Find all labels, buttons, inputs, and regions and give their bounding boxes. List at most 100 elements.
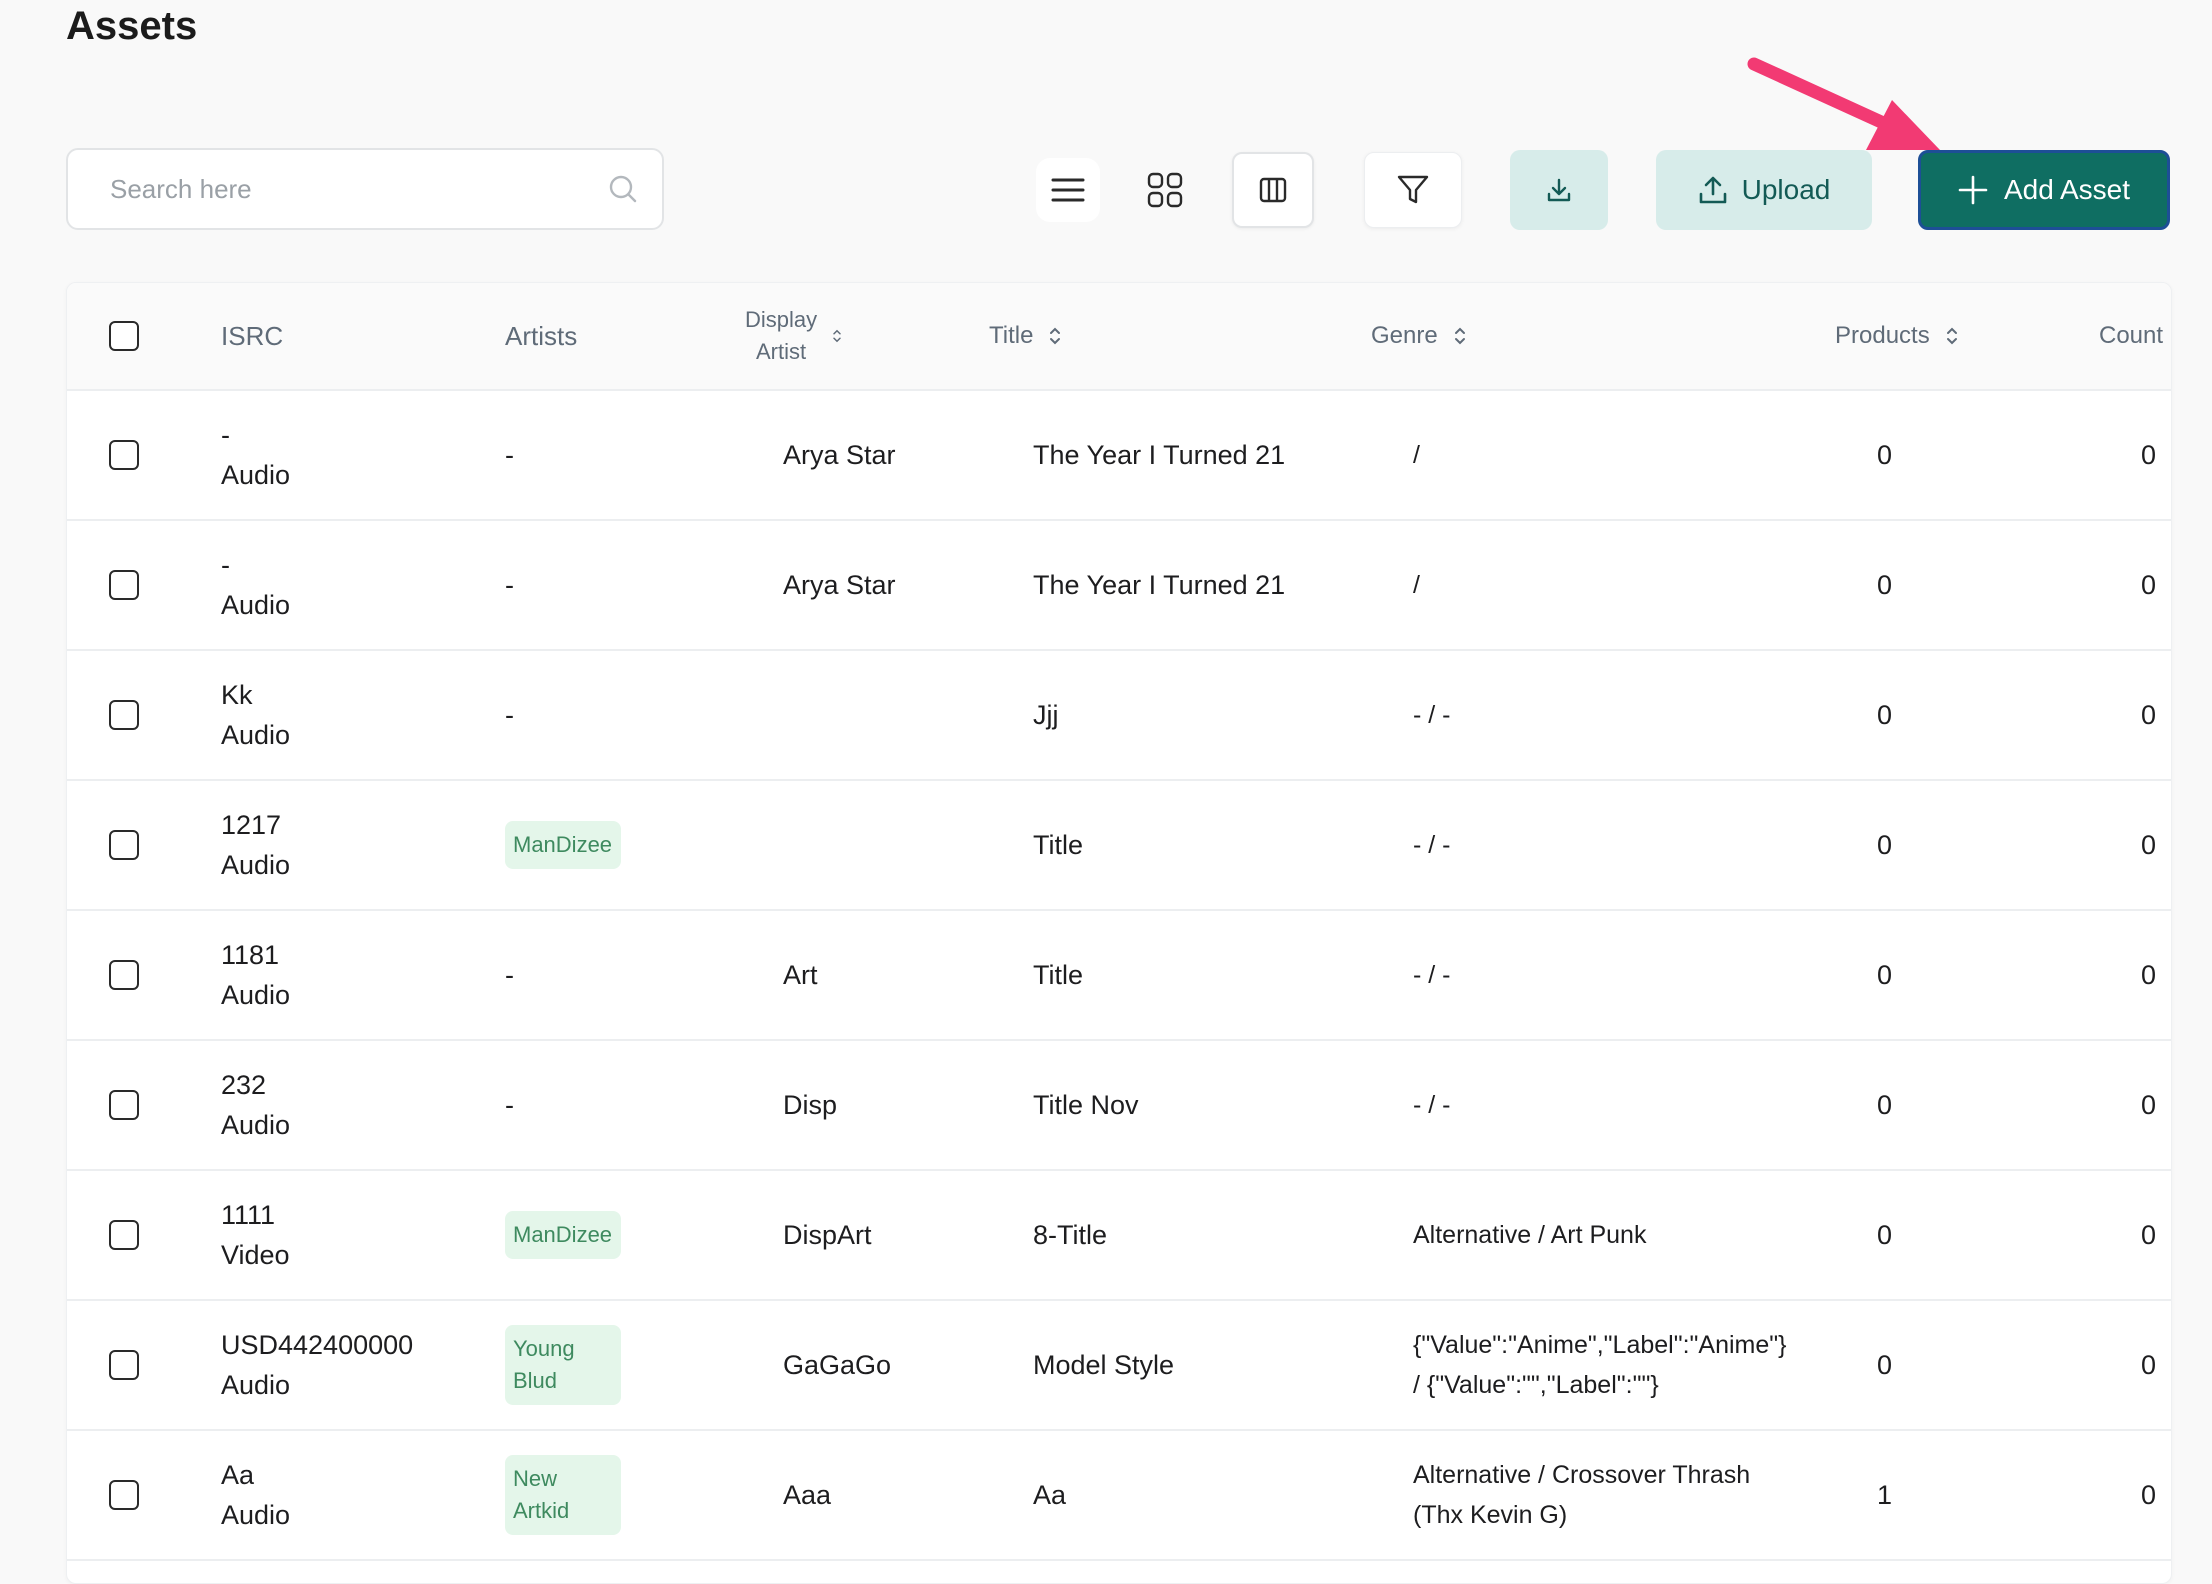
- count-value: 0: [2141, 1350, 2157, 1380]
- artists-cell: ManDizee: [505, 1171, 621, 1299]
- isrc-stack: 1111 Video: [221, 1195, 290, 1275]
- table-row[interactable]: - Audio - Arya Star The Year I Turned 21…: [67, 391, 2171, 521]
- add-asset-button[interactable]: Add Asset: [1918, 150, 2170, 230]
- isrc-value: -: [221, 550, 230, 580]
- row-checkbox[interactable]: [109, 700, 139, 730]
- count-cell: 0: [2141, 651, 2156, 779]
- row-checkbox[interactable]: [109, 1350, 139, 1380]
- arrow-annotation: [1747, 57, 1940, 150]
- header-artists[interactable]: Artists: [505, 283, 577, 389]
- artists-value: -: [505, 440, 514, 470]
- upload-label: Upload: [1741, 174, 1831, 205]
- genre-line1: - / -: [1413, 701, 1451, 729]
- table-row[interactable]: 1217 Audio ManDizee Title - / - 0 0: [67, 781, 2171, 911]
- header-title[interactable]: Title: [989, 283, 1063, 389]
- row-checkbox[interactable]: [109, 570, 139, 600]
- genre-cell: Alternative / Art Punk: [1413, 1171, 1646, 1299]
- display-artist-value: Aaa: [783, 1480, 832, 1510]
- genre-line1: - / -: [1413, 961, 1451, 989]
- artists-value: -: [505, 960, 514, 990]
- artist-badge[interactable]: Young Blud: [505, 1325, 621, 1405]
- genre-line1: {"Value":"Anime","Label":"Anime"}: [1413, 1331, 1787, 1359]
- genre-cell: - / -: [1413, 781, 1451, 909]
- isrc-stack: USD442400000 Audio: [221, 1325, 413, 1405]
- genre-stack: - / -: [1413, 825, 1451, 865]
- table-header: ISRC Artists Display Artist Title Genre: [67, 283, 2171, 391]
- table-row[interactable]: USD442400000 Audio Young Blud GaGaGo Mod…: [67, 1301, 2171, 1431]
- isrc-cell: - Audio: [221, 391, 290, 519]
- header-products[interactable]: Products: [1835, 283, 1960, 389]
- artists-cell: -: [505, 1041, 514, 1169]
- search-box: [66, 148, 664, 230]
- sort-icon[interactable]: [1944, 324, 1960, 348]
- header-genre-label: Genre: [1371, 322, 1438, 349]
- row-checkbox[interactable]: [109, 1480, 139, 1510]
- count-value: 0: [2141, 1220, 2157, 1250]
- columns-button[interactable]: [1232, 152, 1314, 228]
- row-checkbox[interactable]: [109, 1090, 139, 1120]
- header-genre[interactable]: Genre: [1371, 283, 1468, 389]
- row-checkbox[interactable]: [109, 440, 139, 470]
- upload-button[interactable]: Upload: [1656, 150, 1872, 230]
- header-count[interactable]: Count: [2099, 283, 2163, 389]
- table-row[interactable]: - Audio - Arya Star The Year I Turned 21…: [67, 521, 2171, 651]
- isrc-cell: 1217 Audio: [221, 781, 290, 909]
- list-view-button[interactable]: [1036, 158, 1100, 222]
- table-row[interactable]: 232 Audio - Disp Title Nov - / - 0 0: [67, 1041, 2171, 1171]
- download-button[interactable]: [1510, 150, 1608, 230]
- products-cell: 0: [1877, 521, 1892, 649]
- genre-line1: /: [1413, 571, 1420, 599]
- header-display-artist[interactable]: Display Artist: [745, 283, 843, 389]
- upload-icon: [1699, 176, 1726, 204]
- row-checkbox-cell: [109, 781, 139, 909]
- count-value: 0: [2141, 830, 2157, 860]
- count-cell: 0: [2141, 911, 2156, 1039]
- title-cell: 8-Title: [1033, 1171, 1107, 1299]
- artist-badge[interactable]: ManDizee: [505, 821, 621, 869]
- page-title: Assets: [66, 4, 198, 48]
- display-artist-cell: Aaa: [783, 1431, 831, 1559]
- asset-type: Audio: [221, 460, 291, 490]
- artists-cell: -: [505, 391, 514, 519]
- display-artist-cell: Arya Star: [783, 521, 896, 649]
- row-checkbox[interactable]: [109, 1220, 139, 1250]
- search-icon[interactable]: [608, 174, 638, 204]
- row-checkbox[interactable]: [109, 960, 139, 990]
- row-checkbox[interactable]: [109, 830, 139, 860]
- table-row[interactable]: Kk Audio - Jjj - / - 0 0: [67, 651, 2171, 781]
- table-row[interactable]: 1181 Audio - Art Title - / - 0 0: [67, 911, 2171, 1041]
- isrc-stack: - Audio: [221, 415, 290, 495]
- genre-stack: {"Value":"Anime","Label":"Anime"} / {"Va…: [1413, 1325, 1787, 1405]
- title-cell: Jjj: [1033, 651, 1059, 779]
- sort-icon[interactable]: [1452, 324, 1468, 348]
- sort-icon[interactable]: [831, 327, 843, 345]
- table-row[interactable]: 1111 Video ManDizee DispArt 8-Title Alte…: [67, 1171, 2171, 1301]
- display-artist-value: Arya Star: [783, 570, 896, 600]
- products-cell: 0: [1877, 1041, 1892, 1169]
- title-value: Model Style: [1033, 1350, 1175, 1380]
- genre-line1: Alternative / Art Punk: [1413, 1221, 1647, 1249]
- sort-icon[interactable]: [1047, 324, 1063, 348]
- artist-badge[interactable]: ManDizee: [505, 1211, 621, 1259]
- isrc-cell: Aa Audio: [221, 1431, 290, 1559]
- artist-badge[interactable]: New Artkid: [505, 1455, 621, 1535]
- genre-line2: / {"Value":"","Label":""}: [1413, 1371, 1659, 1399]
- count-value: 0: [2141, 960, 2157, 990]
- row-checkbox-cell: [109, 911, 139, 1039]
- products-value: 0: [1877, 700, 1893, 730]
- display-artist-cell: DispArt: [783, 1171, 872, 1299]
- artists-value: -: [505, 570, 514, 600]
- count-value: 0: [2141, 1090, 2157, 1120]
- isrc-cell: 1111 Video: [221, 1171, 290, 1299]
- products-value: 1: [1877, 1480, 1893, 1510]
- genre-stack: /: [1413, 435, 1420, 475]
- isrc-value: 1217: [221, 810, 282, 840]
- artists-value: -: [505, 700, 514, 730]
- filter-button[interactable]: [1364, 152, 1462, 228]
- table-row[interactable]: Aa Audio New Artkid Aaa Aa Alternative /…: [67, 1431, 2171, 1561]
- grid-view-button[interactable]: [1132, 157, 1198, 223]
- isrc-stack: 1181 Audio: [221, 935, 290, 1015]
- search-input[interactable]: [108, 172, 608, 206]
- header-isrc[interactable]: ISRC: [221, 283, 283, 389]
- select-all-checkbox[interactable]: [109, 321, 139, 351]
